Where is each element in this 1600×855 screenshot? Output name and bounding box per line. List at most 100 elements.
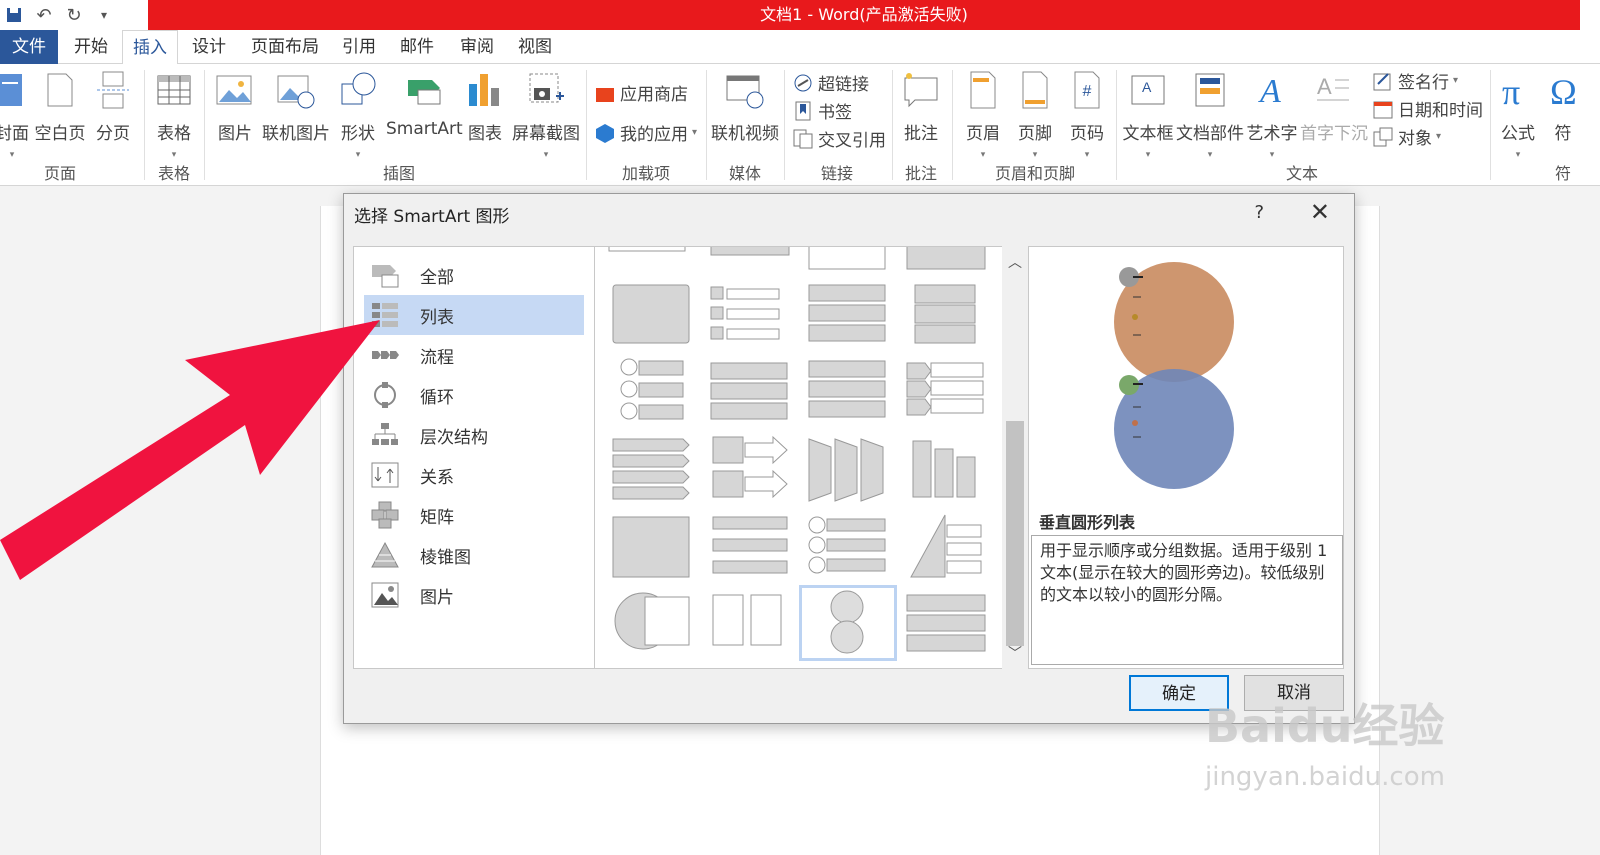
online-video-button[interactable]: 联机视频: [710, 70, 780, 144]
close-button[interactable]: ✕: [1310, 198, 1330, 226]
table-icon: [157, 75, 191, 105]
svg-text:#: #: [1083, 83, 1092, 100]
category-all[interactable]: 全部: [364, 255, 584, 295]
group-label-media: 媒体: [728, 164, 761, 183]
baidu-watermark: Baidu经验: [1205, 699, 1445, 753]
symbol-button[interactable]: Ω 符: [1548, 70, 1578, 144]
screenshot-label: 屏幕截图: [512, 124, 580, 144]
store-button[interactable]: 应用商店: [594, 80, 688, 105]
tab-layout[interactable]: 页面布局: [244, 30, 326, 64]
chart-button[interactable]: 图表: [464, 70, 506, 144]
title-bar: ↶ ↻ ▾ 文档1 - Word(产品激活失败): [0, 0, 1600, 30]
my-apps-button[interactable]: 我的应用 ▾: [594, 120, 697, 145]
redo-icon[interactable]: ↻: [62, 3, 86, 27]
cross-reference-label: 交叉引用: [818, 131, 886, 151]
blank-page-button[interactable]: 空白页: [34, 70, 86, 144]
textbox-button[interactable]: A 文本框 ▾: [1122, 70, 1174, 160]
gallery-scrollbar[interactable]: ︿ ﹀: [1002, 246, 1028, 669]
annotation-arrow: [0, 320, 380, 580]
tab-references[interactable]: 引用: [336, 30, 382, 64]
layout-gallery: [594, 246, 1027, 669]
signature-line-button[interactable]: 签名行 ▾: [1372, 68, 1458, 93]
wordart-label: 艺术字: [1246, 124, 1298, 144]
tab-file[interactable]: 文件: [0, 30, 58, 64]
tab-design[interactable]: 设计: [186, 30, 232, 64]
footer-label: 页脚: [1018, 124, 1052, 144]
hyperlink-button[interactable]: 超链接: [792, 70, 869, 95]
smartart-button[interactable]: SmartArt: [386, 70, 463, 139]
drop-cap-label: 首字下沉: [1300, 124, 1368, 144]
tab-view[interactable]: 视图: [512, 30, 558, 64]
group-label-header-footer: 页眉和页脚: [994, 164, 1075, 183]
textbox-label: 文本框: [1122, 124, 1174, 144]
tab-insert[interactable]: 插入: [122, 30, 178, 65]
cover-page-label: 封面: [0, 124, 29, 144]
screenshot-icon: [529, 73, 564, 103]
category-label: 流程: [420, 347, 454, 368]
layout-description: 用于显示顺序或分组数据。适用于级别 1 文本(显示在较大的圆形旁边)。较低级别的…: [1031, 535, 1343, 665]
customize-toolbar-icon[interactable]: ▾: [92, 3, 116, 27]
category-label: 循环: [420, 387, 454, 408]
shapes-label: 形状: [341, 124, 375, 144]
cover-page-icon: [0, 74, 22, 106]
bookmark-label: 书签: [818, 103, 852, 123]
category-label: 矩阵: [420, 507, 454, 528]
object-button[interactable]: 对象 ▾: [1372, 124, 1441, 149]
tab-mailings[interactable]: 邮件: [394, 30, 440, 64]
preview-panel: 垂直圆形列表 用于显示顺序或分组数据。适用于级别 1 文本(显示在较大的圆形旁边…: [1028, 246, 1344, 669]
blank-page-icon: [47, 73, 73, 107]
chart-icon: [469, 74, 499, 106]
online-picture-button[interactable]: 联机图片: [262, 70, 330, 144]
undo-icon[interactable]: ↶: [32, 3, 56, 27]
smartart-dialog: 选择 SmartArt 图形 ? ✕ 全部 列表 流程 循环 层次结构 关系 矩…: [343, 193, 1355, 724]
category-label: 全部: [420, 267, 454, 288]
group-label-table: 表格: [157, 164, 190, 183]
blank-page-label: 空白页: [34, 124, 86, 144]
scroll-up-icon[interactable]: ︿: [1002, 252, 1028, 272]
footer-button[interactable]: 页脚 ▾: [1014, 70, 1056, 160]
dialog-title: 选择 SmartArt 图形: [354, 207, 510, 227]
comment-button[interactable]: 批注: [898, 70, 944, 144]
wordart-button[interactable]: A 艺术字 ▾: [1246, 70, 1298, 160]
drop-cap-button[interactable]: A 首字下沉: [1300, 70, 1368, 144]
online-video-icon: [726, 75, 764, 109]
category-label: 列表: [420, 307, 454, 328]
tab-home[interactable]: 开始: [66, 30, 116, 64]
store-label: 应用商店: [620, 85, 688, 105]
scrollbar-thumb[interactable]: [1006, 421, 1024, 646]
symbol-label: 符: [1554, 124, 1572, 144]
bookmark-icon: [795, 101, 811, 120]
hyperlink-icon: [794, 74, 812, 91]
cover-page-button[interactable]: 封面 ▾: [0, 70, 32, 160]
page-break-button[interactable]: 分页: [92, 70, 134, 144]
wordart-icon: A: [1258, 73, 1281, 110]
vertical-circle-list-layout[interactable]: [799, 585, 897, 661]
table-button[interactable]: 表格 ▾: [152, 70, 196, 160]
save-icon[interactable]: [2, 3, 26, 27]
help-button[interactable]: ?: [1254, 202, 1264, 223]
equation-label: 公式: [1501, 124, 1535, 144]
watermark-url: jingyan.baidu.com: [1205, 762, 1445, 792]
tab-review[interactable]: 审阅: [454, 30, 500, 64]
chart-label: 图表: [468, 124, 502, 144]
smartart-icon: [408, 80, 441, 105]
svg-text:Ω: Ω: [1550, 72, 1577, 110]
bookmark-button[interactable]: 书签: [792, 98, 852, 123]
store-icon: [596, 87, 614, 102]
equation-button[interactable]: π 公式 ▾: [1496, 70, 1540, 160]
header-button[interactable]: 页眉 ▾: [962, 70, 1004, 160]
page-break-icon: [97, 71, 129, 109]
page-break-label: 分页: [96, 124, 130, 144]
screenshot-button[interactable]: 屏幕截图 ▾: [510, 70, 582, 160]
category-label: 图片: [420, 587, 454, 608]
cross-reference-button[interactable]: 交叉引用: [792, 126, 886, 151]
quick-parts-button[interactable]: 文档部件 ▾: [1176, 70, 1244, 160]
scroll-down-icon[interactable]: ﹀: [1002, 643, 1028, 663]
picture-icon: [216, 75, 252, 105]
page-number-button[interactable]: # 页码 ▾: [1066, 70, 1108, 160]
svg-text:π: π: [1502, 72, 1520, 110]
shapes-button[interactable]: 形状 ▾: [336, 70, 380, 160]
group-label-addins: 加载项: [621, 164, 670, 183]
picture-button[interactable]: 图片: [214, 70, 256, 144]
date-time-button[interactable]: 日期和时间: [1372, 96, 1483, 121]
